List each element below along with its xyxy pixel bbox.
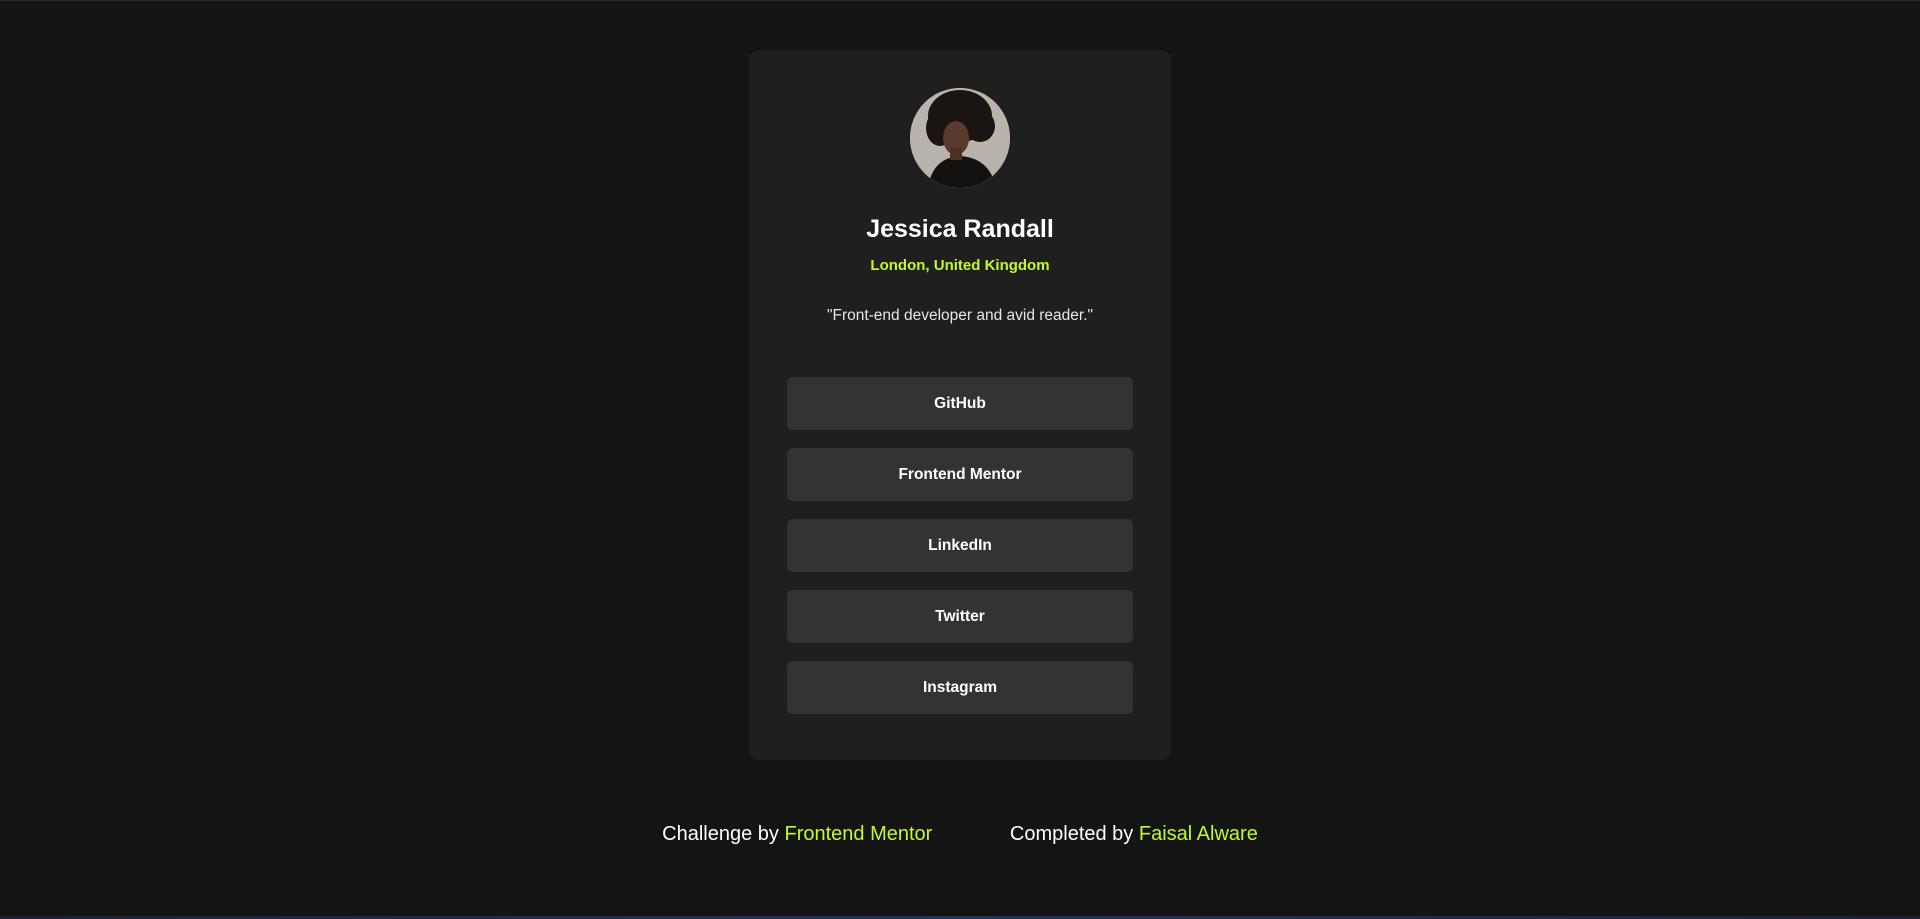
instagram-button[interactable]: Instagram bbox=[787, 661, 1133, 714]
linkedin-button[interactable]: LinkedIn bbox=[787, 519, 1133, 572]
profile-name: Jessica Randall bbox=[866, 215, 1054, 243]
social-links: GitHub Frontend Mentor LinkedIn Twitter … bbox=[787, 377, 1133, 732]
page: Jessica Randall London, United Kingdom "… bbox=[0, 0, 1920, 919]
avatar bbox=[910, 88, 1010, 188]
frontend-mentor-link[interactable]: Frontend Mentor bbox=[784, 823, 932, 845]
profile-location: London, United Kingdom bbox=[870, 257, 1050, 274]
attribution-footer: Challenge by Frontend Mentor Completed b… bbox=[0, 823, 1920, 846]
avatar-image bbox=[910, 88, 1010, 188]
frontend-mentor-button[interactable]: Frontend Mentor bbox=[787, 448, 1133, 501]
challenge-prefix: Challenge by bbox=[662, 823, 779, 845]
profile-card: Jessica Randall London, United Kingdom "… bbox=[749, 50, 1171, 760]
profile-bio: "Front-end developer and avid reader." bbox=[826, 307, 1094, 324]
twitter-button[interactable]: Twitter bbox=[787, 590, 1133, 643]
completed-prefix: Completed by bbox=[1009, 823, 1134, 845]
challenge-attribution: Challenge by Frontend Mentor bbox=[662, 823, 932, 846]
completed-attribution: Completed by Faisal Alware bbox=[1010, 823, 1258, 846]
github-button[interactable]: GitHub bbox=[787, 377, 1133, 430]
author-link[interactable]: Faisal Alware bbox=[1139, 823, 1258, 845]
